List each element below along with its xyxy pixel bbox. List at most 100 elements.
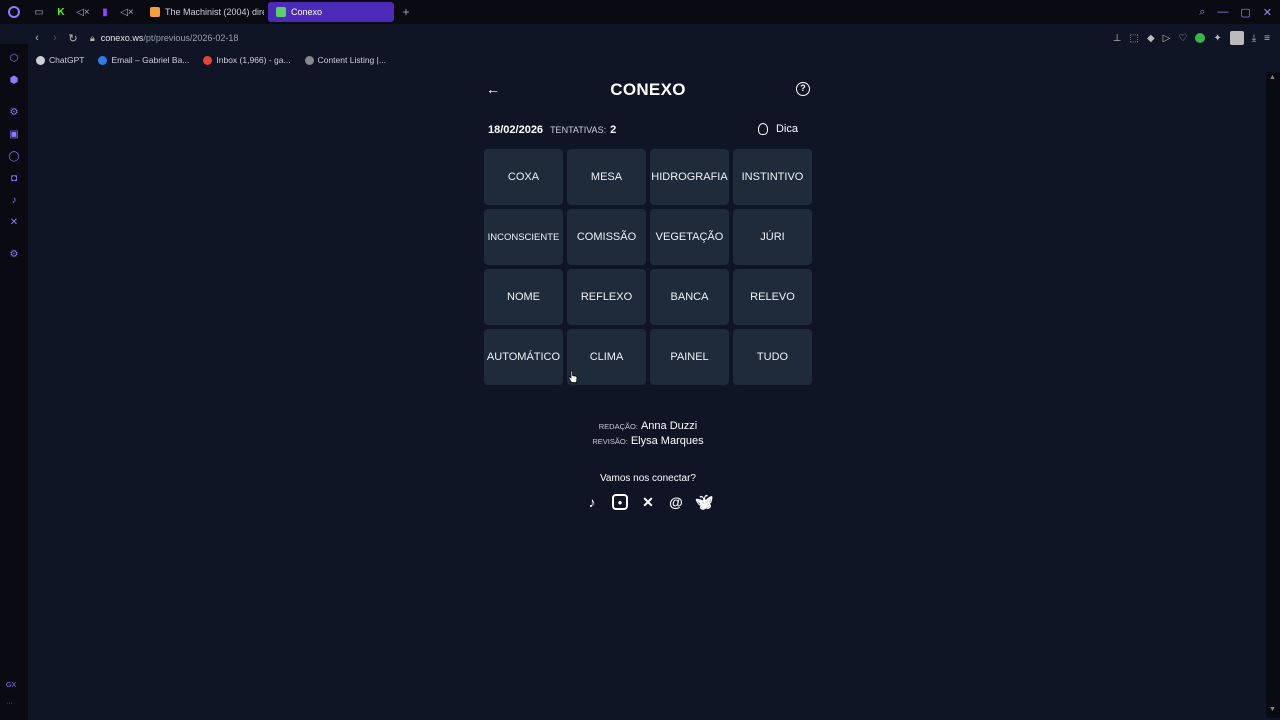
- pinned-tab-twitch-icon[interactable]: ▮: [94, 0, 116, 24]
- word-card[interactable]: INSTINTIVO: [733, 149, 812, 205]
- word-card[interactable]: NOME: [484, 269, 563, 325]
- lightbulb-icon: [757, 123, 768, 135]
- pin-icon[interactable]: ⊥: [1113, 33, 1122, 44]
- url-field[interactable]: conexo.ws/pt/previous/2026-02-18: [101, 33, 239, 43]
- x-sidebar-icon[interactable]: ✕: [8, 217, 20, 229]
- toolbar-right: ⊥ ⬚ ◆ ▷ ♡ ✦ ⤓ ≡: [1113, 31, 1270, 45]
- maximize-icon[interactable]: ▢: [1240, 6, 1250, 19]
- aria-icon[interactable]: ⬡: [8, 53, 20, 65]
- tab-conexo[interactable]: Conexo: [268, 2, 394, 22]
- word-card[interactable]: MESA: [567, 149, 646, 205]
- mute-icon[interactable]: ◁×: [116, 0, 138, 24]
- hint-button[interactable]: Dica: [757, 123, 798, 135]
- tries-label: TENTATIVAS:: [550, 125, 607, 135]
- word-card[interactable]: COMISSÃO: [567, 209, 646, 265]
- bookmarks-bar: ChatGPT Email – Gabriel Ba... Inbox (1,9…: [28, 52, 386, 68]
- window-controls: ⌕ — ▢ ✕: [1199, 0, 1280, 24]
- connect-label: Vamos nos conectar?: [600, 473, 696, 484]
- profile-avatar[interactable]: [1229, 31, 1244, 45]
- opera-logo-icon[interactable]: [0, 0, 28, 24]
- twitch-sidebar-icon[interactable]: ▣: [8, 129, 20, 141]
- back-arrow-icon[interactable]: ←: [486, 81, 500, 97]
- bookmark-chatgpt[interactable]: ChatGPT: [36, 55, 84, 65]
- bookmark-inbox[interactable]: Inbox (1,966) - ga...: [203, 55, 291, 65]
- close-icon[interactable]: ✕: [1263, 6, 1272, 19]
- settings-icon[interactable]: ⚙: [8, 249, 20, 261]
- extensions-icon[interactable]: ✦: [1213, 33, 1221, 44]
- tab-label: Conexo: [291, 7, 323, 17]
- snapshot-icon[interactable]: ⬚: [1130, 33, 1139, 44]
- x-icon[interactable]: ✕: [640, 494, 656, 510]
- opera-sidebar: ⬡ ⬢ ⚙ ▣ ◯ ◘ ♪ ✕ ⚙ GX ···: [0, 44, 28, 720]
- tiktok-sidebar-icon[interactable]: ♪: [8, 195, 20, 207]
- hint-label: Dica: [775, 123, 798, 135]
- bluesky-icon[interactable]: 🦋︎: [695, 494, 713, 510]
- download-icon[interactable]: ⤓: [1252, 33, 1256, 44]
- word-card[interactable]: VEGETAÇÃO: [650, 209, 729, 265]
- gx-label: GX: [6, 682, 17, 689]
- address-bar: ‹ › ↻ 🔒︎ conexo.ws/pt/previous/2026-02-1…: [28, 28, 1280, 48]
- tries-value: 2: [610, 124, 617, 136]
- instagram-sidebar-icon[interactable]: ◘: [8, 173, 20, 185]
- hand-cursor-icon: [568, 370, 578, 383]
- email-icon: [98, 55, 108, 65]
- threads-icon[interactable]: @: [668, 494, 684, 510]
- word-card[interactable]: REFLEXO: [567, 269, 646, 325]
- more-icon[interactable]: ···: [6, 700, 13, 707]
- credit-name: Anna Duzzi: [640, 420, 698, 432]
- help-icon[interactable]: ?: [796, 82, 810, 96]
- bookmark-label: Email – Gabriel Ba...: [111, 55, 190, 65]
- word-card[interactable]: AUTOMÁTICO: [484, 329, 563, 385]
- word-card[interactable]: PAINEL: [650, 329, 729, 385]
- credit-label: REDAÇÃO:: [598, 422, 638, 431]
- menu-icon[interactable]: ≡: [1264, 33, 1270, 44]
- tab-menu-icon[interactable]: ▭: [28, 0, 50, 24]
- play-icon[interactable]: ▷: [1163, 33, 1171, 44]
- word-card[interactable]: CLIMA: [567, 329, 646, 385]
- instagram-icon[interactable]: ●: [612, 494, 628, 510]
- whatsapp-icon[interactable]: ◯: [8, 151, 20, 163]
- conexo-game: ← CONEXO ? 18/02/2026 TENTATIVAS: 2 Dica…: [484, 72, 812, 510]
- credits: REDAÇÃO: Anna Duzzi REVISÃO: Elysa Marques: [484, 419, 812, 449]
- bookmark-email[interactable]: Email – Gabriel Ba...: [98, 55, 189, 65]
- word-card[interactable]: TUDO: [733, 329, 812, 385]
- extension-icon[interactable]: [1195, 33, 1206, 43]
- word-card[interactable]: BANCA: [650, 269, 729, 325]
- credit-name: Elysa Marques: [630, 435, 704, 447]
- forward-nav-icon[interactable]: ›: [46, 32, 64, 44]
- tab-machinist[interactable]: The Machinist (2004) dire: [142, 2, 264, 22]
- mute-icon[interactable]: ◁×: [72, 0, 94, 24]
- word-card[interactable]: INCONSCIENTE: [484, 209, 563, 265]
- new-tab-button[interactable]: +: [398, 4, 414, 20]
- chatgpt-sidebar-icon[interactable]: ⚙: [8, 107, 20, 119]
- credit-label: REVISÃO:: [592, 437, 628, 446]
- page-content: ← CONEXO ? 18/02/2026 TENTATIVAS: 2 Dica…: [28, 72, 1266, 718]
- bookmark-label: Content Listing |...: [317, 55, 386, 65]
- heart-icon[interactable]: ♡: [1178, 33, 1187, 44]
- word-grid: COXA MESA HIDROGRAFIA INSTINTIVO INCONSC…: [484, 149, 812, 385]
- word-card[interactable]: HIDROGRAFIA: [650, 149, 729, 205]
- bookmark-content-listing[interactable]: Content Listing |...: [304, 55, 386, 65]
- content-listing-icon: [304, 55, 314, 65]
- shield-icon[interactable]: ◆: [1147, 33, 1155, 44]
- word-card[interactable]: JÚRI: [733, 209, 812, 265]
- reload-icon[interactable]: ↻: [64, 32, 82, 45]
- scrollbar[interactable]: ▲ ▼: [1266, 72, 1280, 718]
- scroll-down-icon[interactable]: ▼: [1269, 706, 1276, 713]
- pinned-tab-kick-icon[interactable]: K: [50, 0, 72, 24]
- game-header: ← CONEXO ?: [484, 72, 812, 108]
- game-info: 18/02/2026 TENTATIVAS: 2 Dica: [484, 112, 812, 148]
- word-card[interactable]: RELEVO: [733, 269, 812, 325]
- tiktok-icon[interactable]: ♪: [584, 494, 600, 510]
- url-domain: conexo.ws: [100, 33, 144, 43]
- page-title: CONEXO: [610, 80, 686, 99]
- tab-label: The Machinist (2004) dire: [165, 7, 264, 17]
- scroll-up-icon[interactable]: ▲: [1269, 74, 1276, 81]
- search-icon[interactable]: ⌕: [1199, 6, 1205, 19]
- bookmark-label: ChatGPT: [49, 55, 85, 65]
- minimize-icon[interactable]: —: [1217, 6, 1228, 18]
- word-card[interactable]: COXA: [484, 149, 563, 205]
- workspace-icon[interactable]: ⬢: [8, 75, 20, 87]
- lock-icon[interactable]: 🔒︎: [90, 33, 95, 44]
- back-nav-icon[interactable]: ‹: [28, 32, 46, 44]
